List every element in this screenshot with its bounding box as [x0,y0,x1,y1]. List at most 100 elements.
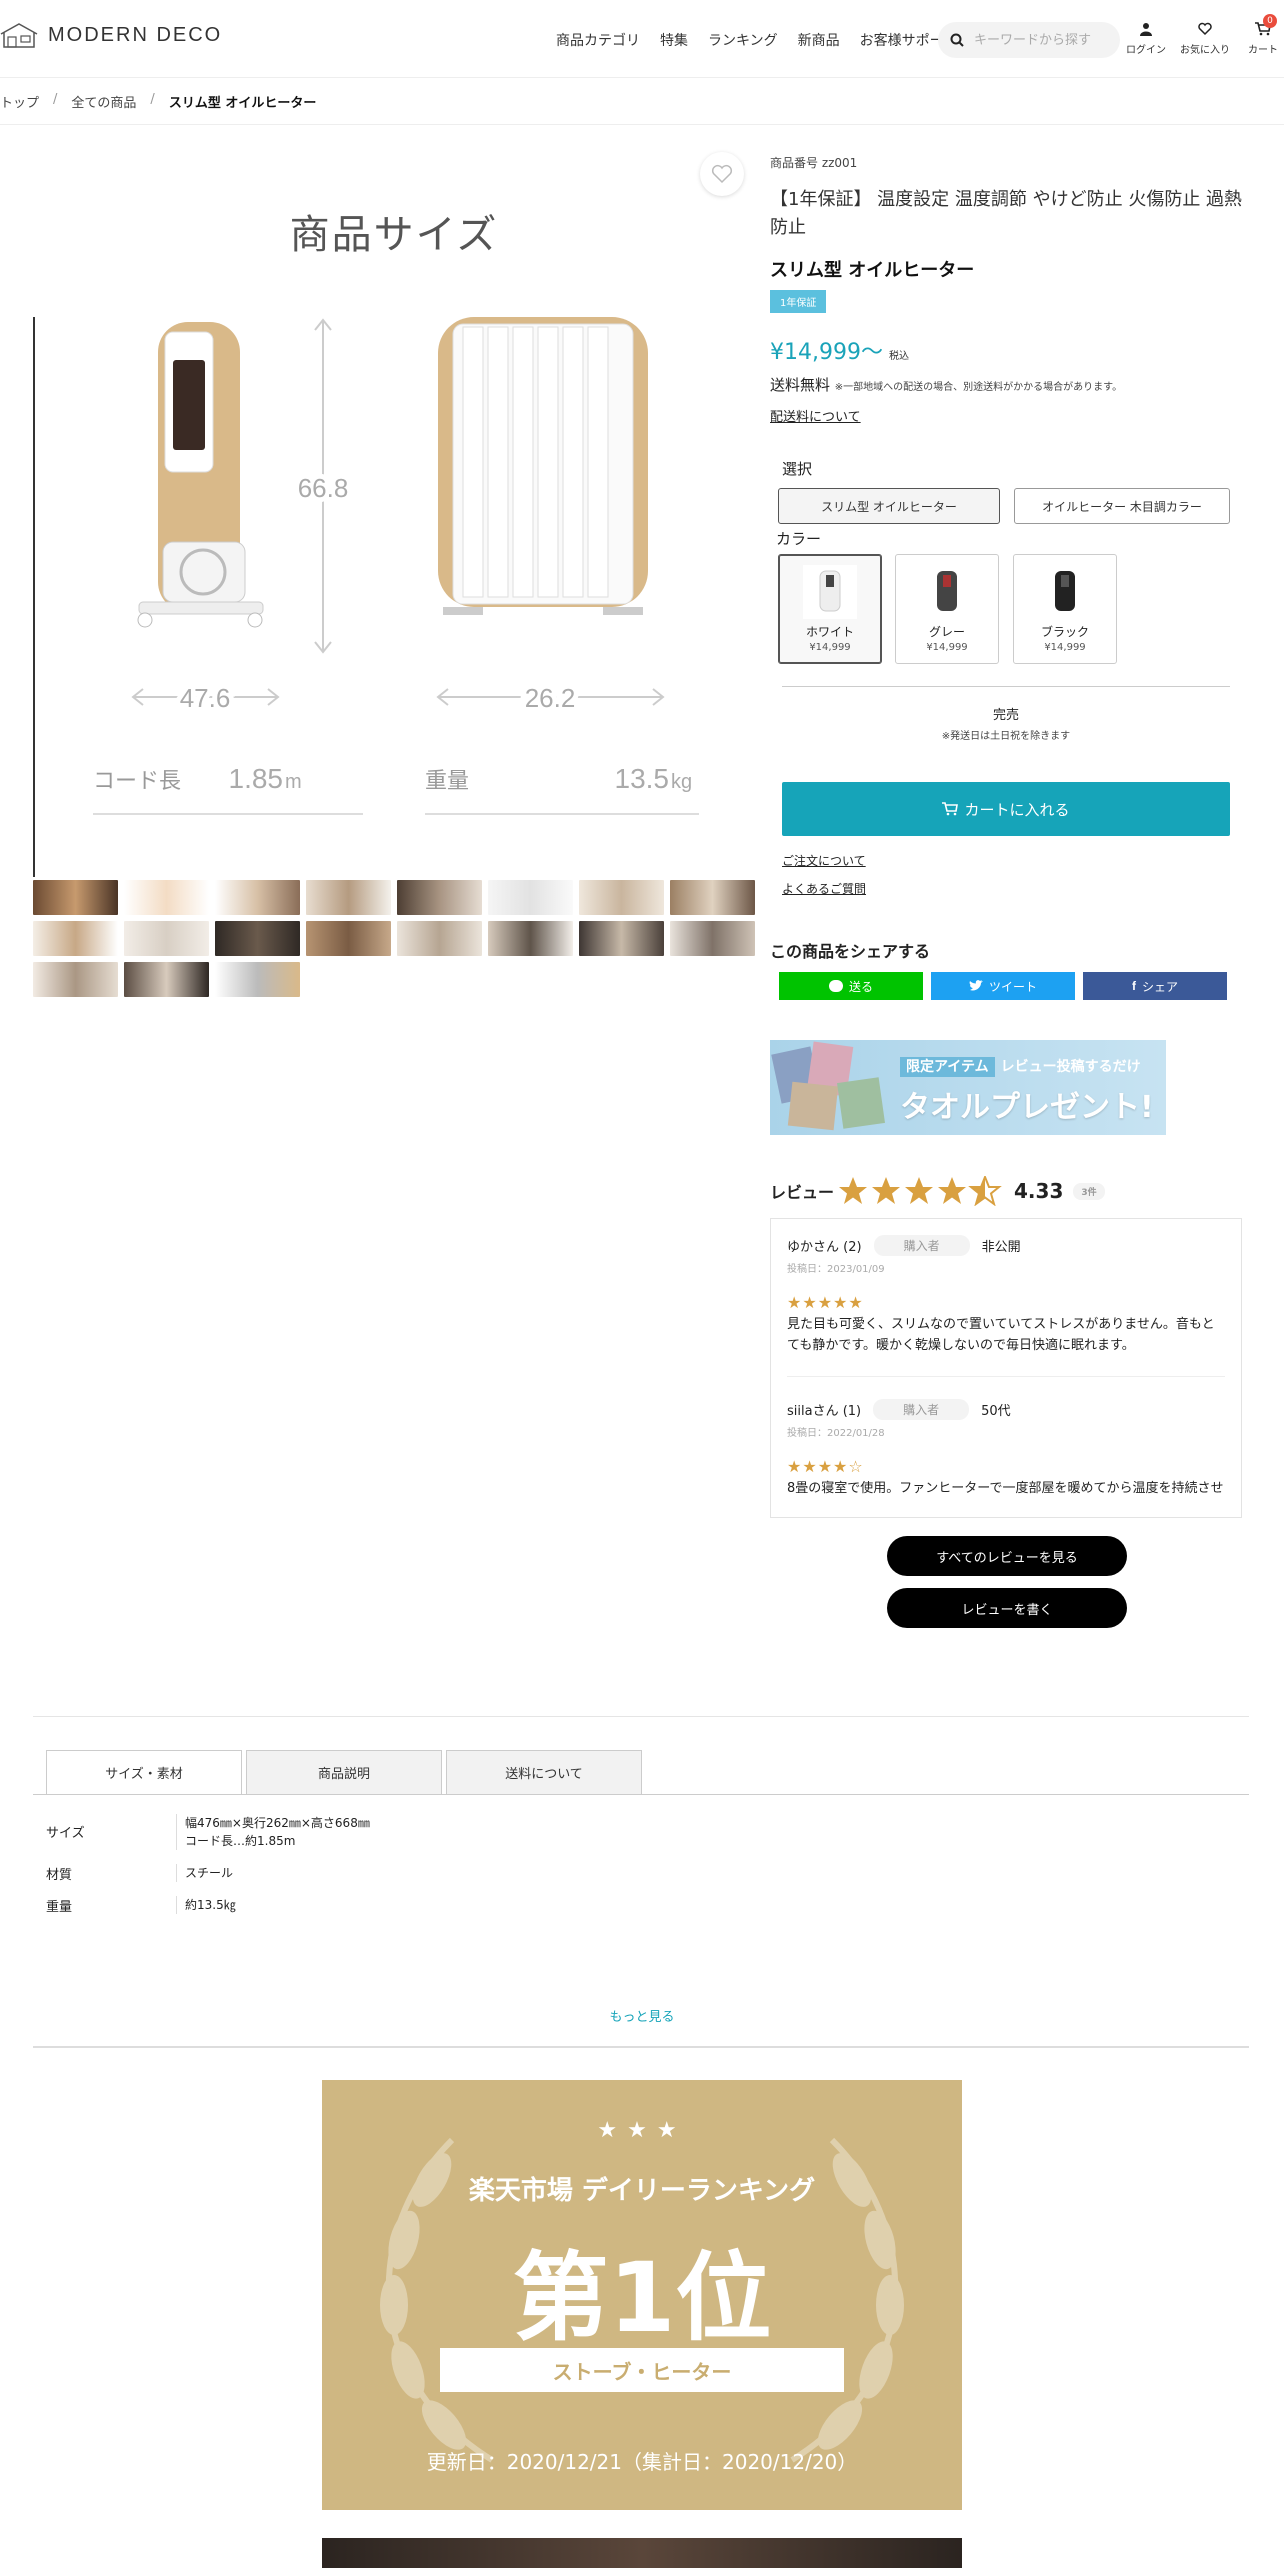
heart-icon [1198,22,1212,36]
thumbnail[interactable] [306,921,391,956]
show-more-link[interactable]: もっと見る [0,2006,1284,2025]
divider [782,686,1230,687]
all-reviews-button[interactable]: すべてのレビューを見る [887,1536,1127,1576]
spec-key: 材質 [46,1868,73,1883]
spec-value: 幅476㎜×奥行262㎜×高さ668㎜ コード長…約1.85m [176,1814,476,1850]
order-info-link[interactable]: ご注文について [782,852,866,869]
product-name: スリム型 オイルヒーター [770,260,975,281]
divider [0,124,1284,125]
ranking-position: 第1位 [512,2242,772,2354]
tab-shipping[interactable]: 送料について [446,1750,642,1794]
site-header: MODERN DECO 商品カテゴリ 特集 ランキング 新商品 お客様サポート … [0,0,1284,78]
thumbnail[interactable] [124,962,209,997]
ranking-title: 楽天市場 デイリーランキング [468,2176,816,2206]
thumbnail[interactable] [488,880,573,915]
review-item: ゆかさん (2) 購入者 非公開 投稿日：2023/01/09 ★★★★★ 見た… [787,1235,1225,1377]
color-label: カラー [776,530,822,548]
thumbnail[interactable] [397,880,482,915]
cord-value: 1.85 [229,763,284,794]
cart-count-badge: 0 [1263,14,1277,28]
ranking-updated: 更新日：2020/12/21（集計日：2020/12/20） [426,2450,858,2474]
thumbnail[interactable] [579,921,664,956]
review-list[interactable]: ゆかさん (2) 購入者 非公開 投稿日：2023/01/09 ★★★★★ 見た… [770,1218,1242,1518]
favorites-link[interactable]: お気に入り [1180,22,1230,56]
twitter-share-button[interactable]: ツイート [931,972,1075,1000]
search-input[interactable] [974,32,1114,48]
logo[interactable]: MODERN DECO [0,22,222,48]
width-b-dimension: 26.2 [525,683,576,713]
search-icon[interactable] [950,33,964,47]
thumbnail[interactable] [33,921,118,956]
gray-heater-thumbnail [920,565,974,619]
cart-link[interactable]: 0 カート [1248,14,1278,56]
thumbnail[interactable] [33,880,118,915]
thumbnail[interactable] [124,880,209,915]
login-link[interactable]: ログイン [1126,22,1166,56]
login-label: ログイン [1126,45,1166,56]
thumbnail[interactable] [215,921,300,956]
spec-value: 約13.5㎏ [176,1896,476,1914]
write-review-button[interactable]: レビューを書く [887,1588,1127,1628]
review-stars: ★★★★★ [787,1293,864,1312]
review-count: 3件 [1073,1182,1105,1200]
tab-description[interactable]: 商品説明 [246,1750,442,1794]
add-to-cart-button[interactable]: カートに入れる [782,782,1230,836]
towel-image [771,1041,885,1131]
warranty-badge: 1年保証 [770,290,827,313]
thumbnail[interactable] [124,921,209,956]
ranking-banner[interactable]: ★★★ 楽天市場 デイリーランキング 第1位 ストーブ・ヒーター 更新日：202… [322,2080,962,2510]
review-date: 投稿日：2023/01/09 [787,1264,885,1275]
sold-out-label: 完売 [992,708,1019,723]
color-option-white[interactable]: ホワイト ¥14,999 [778,554,882,664]
thumbnail[interactable] [215,880,300,915]
facebook-share-button[interactable]: f シェア [1083,972,1227,1000]
twitter-share-label: ツイート [988,979,1037,994]
nav-new-items[interactable]: 新商品 [798,30,840,50]
shipping-note: ※一部地域への配送の場合、別途送料がかかる場合があります。 [834,382,1123,393]
nav-ranking[interactable]: ランキング [708,30,778,50]
spec-value-line: コード長…約1.85m [185,1834,296,1848]
nav-features[interactable]: 特集 [660,30,688,50]
weight-unit: kg [671,771,692,793]
thumbnail[interactable] [670,880,755,915]
option-slim-heater[interactable]: スリム型 オイルヒーター [778,488,1000,524]
shipping-day-note: ※発送日は土日祝を除きます [941,731,1071,742]
tax-label: 税込 [888,351,909,362]
breadcrumb-all-products[interactable]: 全ての商品 [71,92,136,111]
search-box [938,22,1120,58]
line-share-label: 送る [848,979,873,994]
line-share-button[interactable]: 送る [779,972,923,1000]
faq-link[interactable]: よくあるご質問 [782,880,866,897]
twitter-bird-icon [969,980,983,991]
tab-size-material[interactable]: サイズ・素材 [46,1750,242,1794]
thumbnail[interactable] [488,921,573,956]
review-campaign-banner[interactable]: 限定アイテム レビュー投稿するだけ タオルプレゼント! [770,1040,1166,1135]
color-option-black[interactable]: ブラック ¥14,999 [1013,554,1117,664]
thumbnail[interactable] [33,962,118,997]
review-header: siilaさん (1) 購入者 50代 [787,1399,1225,1420]
favorites-label: お気に入り [1180,45,1230,56]
logo-text: MODERN DECO [48,23,223,46]
thumbnail-strip [33,880,761,997]
house-logo-icon [0,23,38,48]
option-wood-color[interactable]: オイルヒーター 木目調カラー [1014,488,1230,524]
purchaser-tag: 購入者 [873,1399,970,1420]
breadcrumb-current: スリム型 オイルヒーター [168,96,317,111]
thumbnail[interactable] [579,880,664,915]
color-option-gray[interactable]: グレー ¥14,999 [895,554,999,664]
shipping-info: 送料無料 ※一部地域への配送の場合、別途送料がかかる場合があります。 [770,374,1122,395]
product-main-image[interactable]: 商品サイズ 66.8 47.6 26.2 コード長 1.85 m 重量 13.5… [33,152,755,877]
thumbnail[interactable] [306,880,391,915]
add-favorite-button[interactable] [700,152,744,196]
shipping-fee-link[interactable]: 配送料について [770,406,861,425]
breadcrumb-top[interactable]: トップ [0,92,39,111]
weight-label: 重量 [425,769,469,794]
rating-stars-icon [839,1176,1001,1205]
nav-categories[interactable]: 商品カテゴリ [556,30,640,50]
campaign-tag: 限定アイテム [900,1057,995,1077]
review-body: 見た目も可愛く、スリムなので置いていてストレスがありません。音もとても静かです。… [787,1317,1215,1353]
thumbnail[interactable] [397,921,482,956]
thumbnail[interactable] [670,921,755,956]
spec-key: サイズ [46,1826,85,1841]
thumbnail[interactable] [215,962,300,997]
